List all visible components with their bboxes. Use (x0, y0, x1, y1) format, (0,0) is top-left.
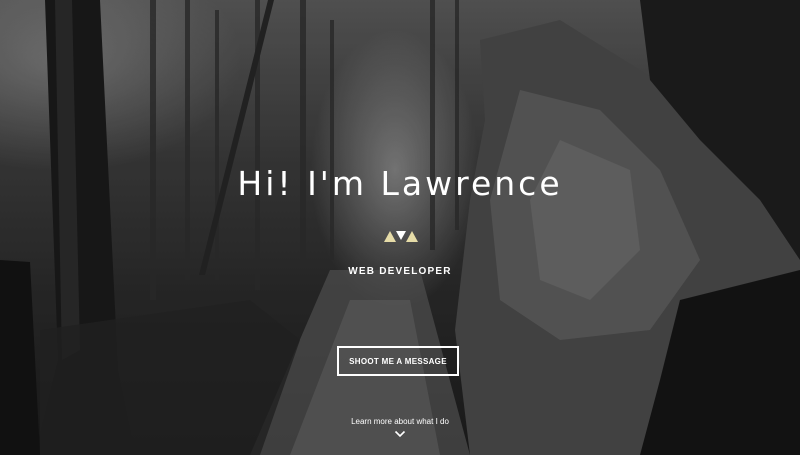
learn-more-link[interactable]: Learn more about what I do (0, 417, 800, 426)
shoot-message-button[interactable]: SHOOT ME A MESSAGE (337, 346, 459, 376)
chevron-down-icon[interactable] (394, 430, 406, 438)
hero-content: Hi! I'm Lawrence WEB DEVELOPER SHOOT ME … (0, 0, 800, 455)
triangles-logo-icon (384, 231, 418, 242)
page-title: Hi! I'm Lawrence (237, 164, 563, 203)
hero-subtitle: WEB DEVELOPER (348, 266, 452, 277)
hero-section: Hi! I'm Lawrence WEB DEVELOPER SHOOT ME … (0, 0, 800, 455)
